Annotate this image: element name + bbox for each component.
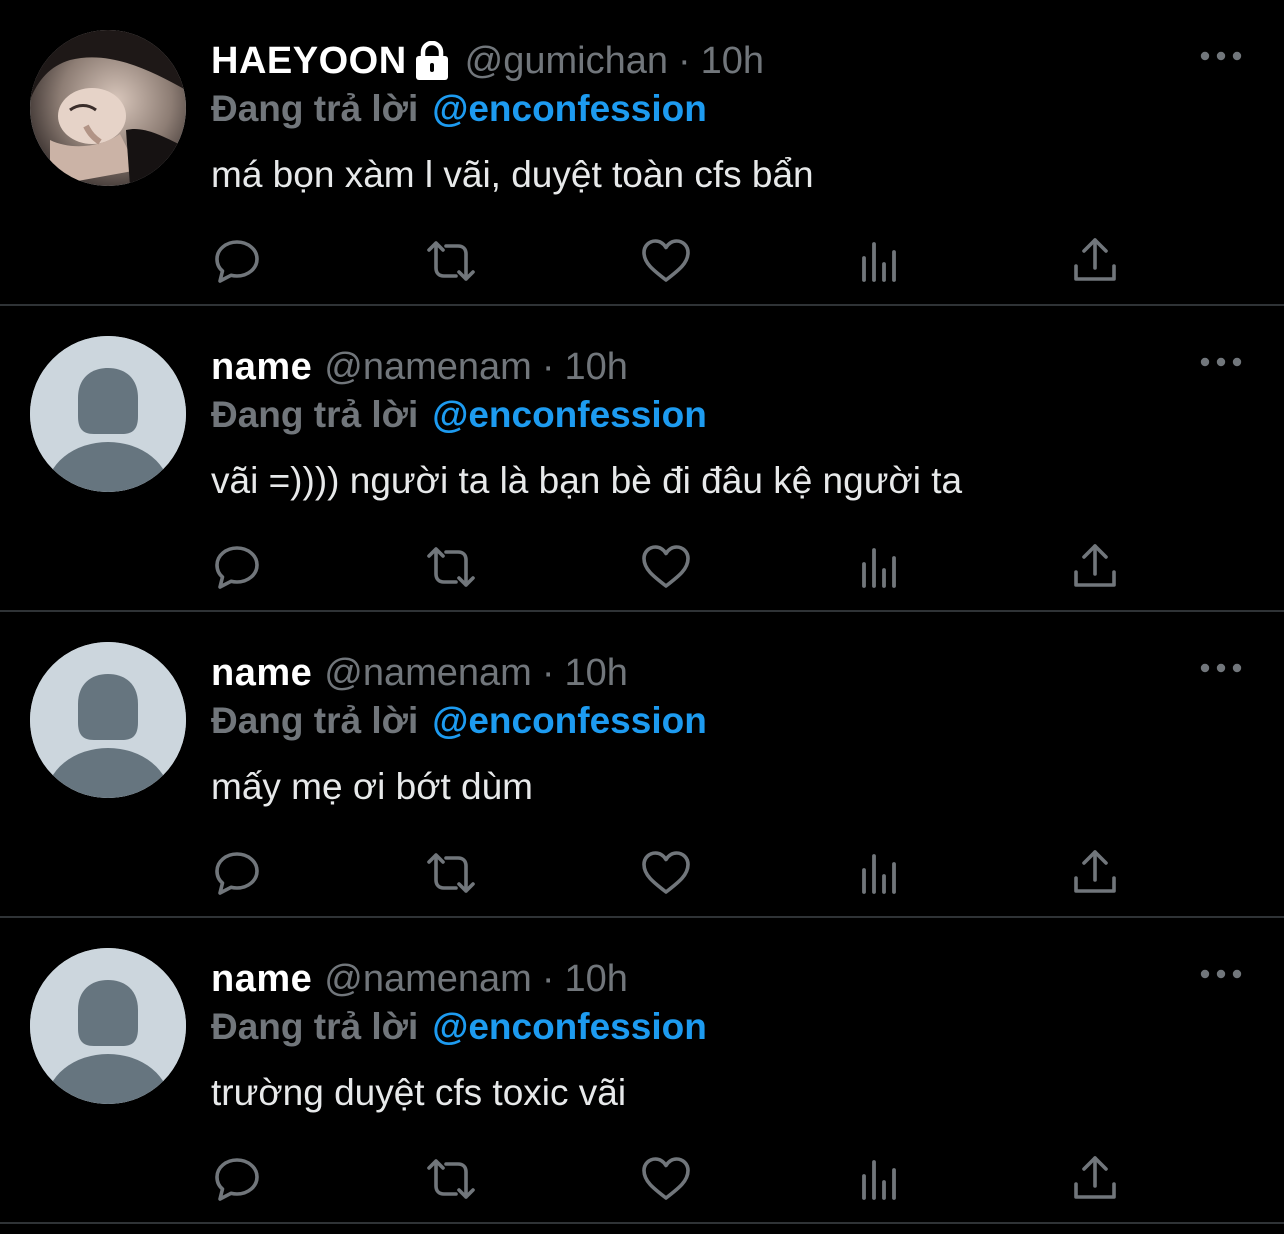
display-name[interactable]: name [211, 652, 312, 695]
separator-dot: · [541, 651, 555, 694]
reply-target-link[interactable]: @enconfession [432, 700, 707, 742]
user-handle[interactable]: @namenam [324, 346, 532, 389]
tweet-text: trường duyệt cfs toxic vãi [211, 1072, 627, 1113]
like-icon[interactable] [641, 542, 691, 592]
default-avatar-icon [30, 336, 186, 492]
lock-icon [413, 41, 451, 81]
tweet-text: má bọn xàm l vãi, duyệt toàn cfs bẩn [211, 154, 814, 195]
tweet-header: name @namenam · 10h [211, 342, 628, 392]
timestamp[interactable]: 10h [565, 346, 628, 389]
timestamp[interactable]: 10h [701, 40, 764, 83]
divider [0, 1222, 1284, 1224]
default-avatar-icon [30, 642, 186, 798]
like-icon[interactable] [641, 236, 691, 286]
avatar[interactable] [30, 336, 186, 492]
retweet-icon[interactable] [426, 236, 476, 286]
reply-icon[interactable] [212, 1154, 262, 1204]
tweet-text: mấy mẹ ơi bớt dùm [211, 766, 533, 807]
tweet-actions [0, 848, 1284, 898]
avatar[interactable] [30, 948, 186, 1104]
tweet[interactable]: HAEYOON @gumichan · 10h Đang trả lời @en… [0, 0, 1284, 306]
like-icon[interactable] [641, 1154, 691, 1204]
tweet[interactable]: name @namenam · 10h Đang trả lời @enconf… [0, 306, 1284, 612]
tweet-header: name @namenam · 10h [211, 648, 628, 698]
reply-target-link[interactable]: @enconfession [432, 88, 707, 130]
retweet-icon[interactable] [426, 1154, 476, 1204]
avatar[interactable] [30, 30, 186, 186]
replying-to-label: Đang trả lời [211, 88, 419, 129]
replying-to: Đang trả lời @enconfession [211, 1002, 707, 1052]
more-options-icon[interactable] [1199, 46, 1243, 66]
retweet-icon[interactable] [426, 542, 476, 592]
separator-dot: · [541, 957, 555, 1000]
tweet-header: HAEYOON @gumichan · 10h [211, 36, 764, 86]
share-icon[interactable] [1070, 1154, 1120, 1204]
analytics-icon[interactable] [856, 848, 906, 898]
avatar-photo [30, 30, 186, 186]
tweet-actions [0, 542, 1284, 592]
timestamp[interactable]: 10h [565, 958, 628, 1001]
tweet-text: vãi =)))) người ta là bạn bè đi đâu kệ n… [211, 460, 963, 501]
more-options-icon[interactable] [1199, 658, 1243, 678]
tweet-actions [0, 1154, 1284, 1204]
analytics-icon[interactable] [856, 236, 906, 286]
replying-to-label: Đang trả lời [211, 1006, 419, 1047]
timestamp[interactable]: 10h [565, 652, 628, 695]
replying-to-label: Đang trả lời [211, 394, 419, 435]
like-icon[interactable] [641, 848, 691, 898]
tweet-header: name @namenam · 10h [211, 954, 628, 1004]
reply-icon[interactable] [212, 542, 262, 592]
user-handle[interactable]: @gumichan [465, 40, 668, 83]
tweet-actions [0, 236, 1284, 286]
share-icon[interactable] [1070, 848, 1120, 898]
replying-to-label: Đang trả lời [211, 700, 419, 741]
separator-dot: · [541, 345, 555, 388]
user-handle[interactable]: @namenam [324, 652, 532, 695]
reply-icon[interactable] [212, 236, 262, 286]
display-name[interactable]: HAEYOON [211, 40, 407, 83]
share-icon[interactable] [1070, 236, 1120, 286]
display-name[interactable]: name [211, 346, 312, 389]
display-name[interactable]: name [211, 958, 312, 1001]
more-options-icon[interactable] [1199, 352, 1243, 372]
reply-icon[interactable] [212, 848, 262, 898]
tweet[interactable]: name @namenam · 10h Đang trả lời @enconf… [0, 918, 1284, 1224]
analytics-icon[interactable] [856, 1154, 906, 1204]
replying-to: Đang trả lời @enconfession [211, 84, 707, 134]
retweet-icon[interactable] [426, 848, 476, 898]
separator-dot: · [677, 39, 691, 82]
avatar[interactable] [30, 642, 186, 798]
default-avatar-icon [30, 948, 186, 1104]
user-handle[interactable]: @namenam [324, 958, 532, 1001]
reply-target-link[interactable]: @enconfession [432, 1006, 707, 1048]
reply-target-link[interactable]: @enconfession [432, 394, 707, 436]
share-icon[interactable] [1070, 542, 1120, 592]
analytics-icon[interactable] [856, 542, 906, 592]
more-options-icon[interactable] [1199, 964, 1243, 984]
tweet[interactable]: name @namenam · 10h Đang trả lời @enconf… [0, 612, 1284, 918]
replying-to: Đang trả lời @enconfession [211, 390, 707, 440]
replying-to: Đang trả lời @enconfession [211, 696, 707, 746]
